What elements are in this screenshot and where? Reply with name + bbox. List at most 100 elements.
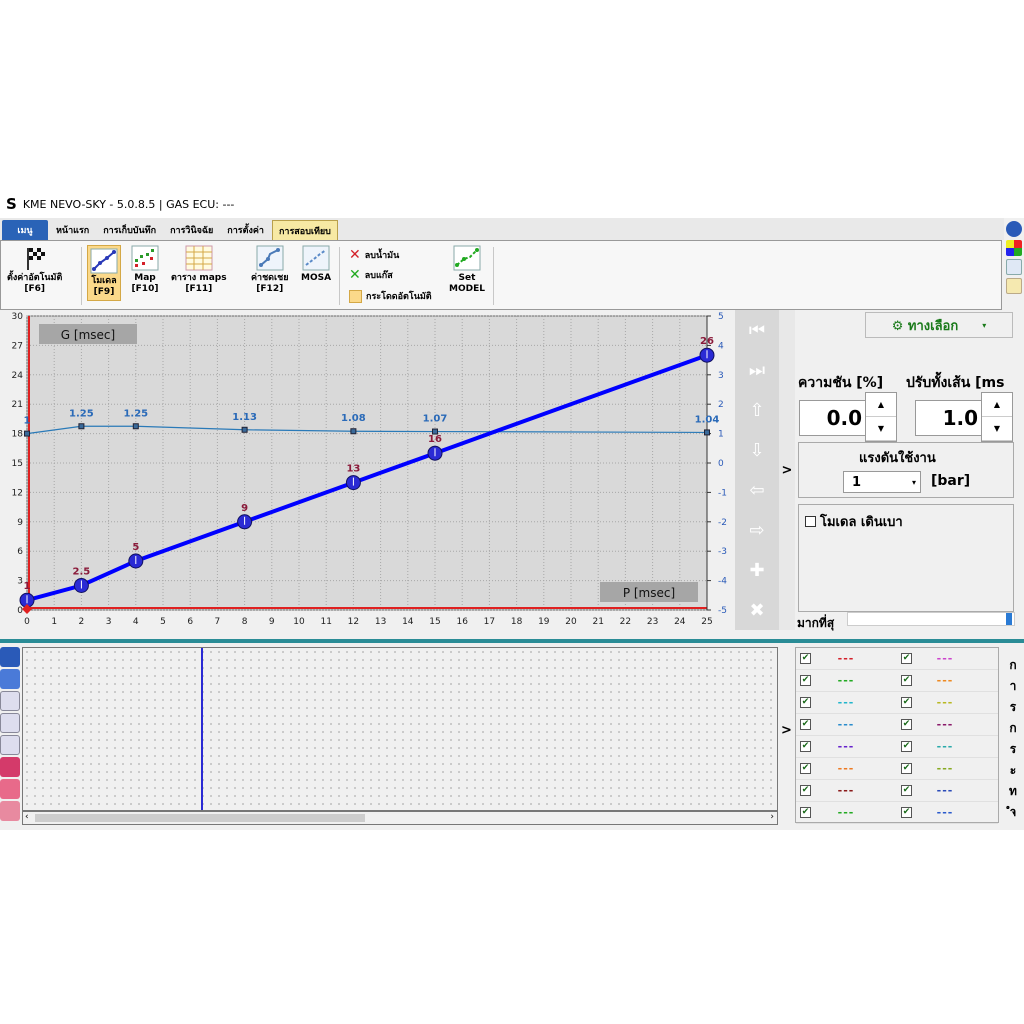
- model-idle-checkbox-row[interactable]: โมเดล เดินเบา: [805, 511, 903, 532]
- channel-checkbox[interactable]: ✔: [901, 697, 912, 708]
- correction-button[interactable]: ค่าชดเชย [F12]: [251, 245, 289, 295]
- channel-color-swatch[interactable]: ---: [920, 784, 970, 797]
- y2-tick-label: -2: [718, 518, 727, 528]
- options-dropdown[interactable]: ⚙ ทางเลือก ▾: [865, 312, 1013, 338]
- log-graph[interactable]: [22, 647, 778, 811]
- channel-checkbox[interactable]: ✔: [800, 741, 811, 752]
- delete-fuel-button[interactable]: ✕ ลบน้ำมัน: [349, 247, 399, 263]
- arrow-left-pink-icon[interactable]: [0, 801, 20, 821]
- channel-color-swatch[interactable]: ---: [920, 806, 970, 819]
- channel-color-swatch[interactable]: ---: [821, 740, 871, 753]
- adjust-all-spinner[interactable]: ▲ ▼: [981, 392, 1013, 442]
- remove-point-button[interactable]: ✖: [735, 590, 779, 630]
- pressure-select[interactable]: 1 ▾: [843, 471, 921, 493]
- max-slider[interactable]: [847, 612, 1015, 626]
- zoom-icon[interactable]: [0, 691, 20, 711]
- channel-checkbox[interactable]: ✔: [901, 719, 912, 730]
- scroll-left-icon[interactable]: ‹: [25, 812, 29, 822]
- channel-checkbox[interactable]: ✔: [800, 719, 811, 730]
- channel-checkbox[interactable]: ✔: [800, 675, 811, 686]
- channel-checkbox[interactable]: ✔: [901, 741, 912, 752]
- right-arrow-button[interactable]: ⇨: [735, 510, 779, 550]
- channel-color-swatch[interactable]: ---: [821, 696, 871, 709]
- channel-checkbox[interactable]: ✔: [901, 675, 912, 686]
- first-point-button[interactable]: ⏮: [735, 310, 779, 350]
- cursor-line[interactable]: [201, 648, 203, 810]
- concentration-spinner[interactable]: ▲ ▼: [865, 392, 897, 442]
- channel-color-swatch[interactable]: ---: [920, 652, 970, 665]
- channel-color-swatch[interactable]: ---: [920, 762, 970, 775]
- add-point-button[interactable]: ✚: [735, 550, 779, 590]
- channel-checkbox[interactable]: ✔: [800, 763, 811, 774]
- channel-color-swatch[interactable]: ---: [920, 696, 970, 709]
- mosa-button[interactable]: MOSA: [301, 245, 331, 284]
- expand-channels-button[interactable]: >: [781, 723, 792, 738]
- set-model-button[interactable]: Set MODEL: [449, 245, 485, 295]
- arrow-right-pink-icon[interactable]: [0, 779, 20, 799]
- info-icon[interactable]: [1006, 221, 1022, 237]
- channel-color-swatch[interactable]: ---: [920, 674, 970, 687]
- autojump-checkbox[interactable]: [349, 289, 362, 303]
- spin-down-icon[interactable]: ▼: [866, 417, 896, 441]
- plus-icon[interactable]: [0, 757, 20, 777]
- channel-row: ✔ --- ✔ ---: [796, 670, 998, 692]
- tab-home[interactable]: หน้าแรก: [50, 220, 95, 240]
- channel-checkbox[interactable]: ✔: [901, 763, 912, 774]
- spin-up-icon[interactable]: ▲: [982, 393, 1012, 417]
- spin-down-icon[interactable]: ▼: [982, 417, 1012, 441]
- slider-thumb[interactable]: [1006, 613, 1012, 625]
- autojump-button[interactable]: กระโดดอัตโนมัติ: [349, 289, 432, 303]
- channel-color-swatch[interactable]: ---: [821, 784, 871, 797]
- model-idle-checkbox[interactable]: [805, 516, 816, 527]
- zoom-in-icon[interactable]: [0, 713, 20, 733]
- channel-checkbox[interactable]: ✔: [901, 785, 912, 796]
- zoom-out-icon[interactable]: [0, 735, 20, 755]
- tab-settings[interactable]: การตั้งค่า: [221, 220, 270, 240]
- tab-menu[interactable]: เมนู: [2, 220, 48, 240]
- tab-logging[interactable]: การเก็บบันทึก: [97, 220, 162, 240]
- settings-icon[interactable]: [1006, 278, 1022, 294]
- model-chart[interactable]: 0 1 2 3 4 5 6 7 8 9 10 11 12 13 14 15 16 17 18 19 20 21 22 23 24…: [0, 310, 735, 640]
- model-idle-group: โมเดล เดินเบา: [798, 504, 1014, 612]
- autocal-button[interactable]: ตั้งค่าอัตโนมัติ [F6]: [7, 245, 62, 295]
- model-button[interactable]: โมเดล [F9]: [87, 245, 121, 301]
- model-idle-label: โมเดล เดินเบา: [820, 515, 903, 530]
- series-label-model: 1: [24, 581, 31, 592]
- spin-up-icon[interactable]: ▲: [866, 393, 896, 417]
- channel-color-swatch[interactable]: ---: [821, 674, 871, 687]
- concentration-input[interactable]: 0.0: [799, 400, 869, 436]
- horizontal-scrollbar[interactable]: ‹ ›: [22, 811, 778, 825]
- channel-checkbox[interactable]: ✔: [800, 807, 811, 818]
- arrow-left-icon[interactable]: [0, 669, 20, 689]
- vertical-char: ร: [1009, 742, 1017, 756]
- map-button[interactable]: Map [F10]: [131, 245, 159, 295]
- arrow-right-icon[interactable]: [0, 647, 20, 667]
- channel-color-swatch[interactable]: ---: [821, 806, 871, 819]
- scroll-down-icon[interactable]: ▾: [1012, 809, 1016, 817]
- channel-color-swatch[interactable]: ---: [821, 762, 871, 775]
- scroll-thumb[interactable]: [35, 814, 365, 822]
- tab-calibration[interactable]: การสอบเทียบ: [271, 220, 338, 240]
- maptable-button[interactable]: ตาราง maps [F11]: [171, 245, 227, 295]
- channel-color-swatch[interactable]: ---: [920, 740, 970, 753]
- channel-checkbox[interactable]: ✔: [800, 697, 811, 708]
- channel-color-swatch[interactable]: ---: [920, 718, 970, 731]
- down-arrow-button[interactable]: ⇩: [735, 430, 779, 470]
- channel-color-swatch[interactable]: ---: [821, 718, 871, 731]
- channel-checkbox[interactable]: ✔: [901, 653, 912, 664]
- adjust-all-input[interactable]: 1.0: [915, 400, 985, 436]
- channel-checkbox[interactable]: ✔: [800, 785, 811, 796]
- up-arrow-button[interactable]: ⇧: [735, 390, 779, 430]
- channel-checkbox[interactable]: ✔: [800, 653, 811, 664]
- scroll-right-icon[interactable]: ›: [770, 812, 774, 822]
- palette-icon[interactable]: [1006, 240, 1022, 256]
- expand-panel-button[interactable]: >: [779, 310, 795, 630]
- delete-gas-button[interactable]: ✕ ลบแก๊ส: [349, 267, 393, 283]
- channel-color-swatch[interactable]: ---: [821, 652, 871, 665]
- tab-diagnostics[interactable]: การวินิจฉัย: [164, 220, 219, 240]
- last-point-button[interactable]: ⏭: [735, 350, 779, 390]
- left-arrow-button[interactable]: ⇦: [735, 470, 779, 510]
- model-chart-area[interactable]: 0 1 2 3 4 5 6 7 8 9 10 11 12 13 14 15 16 17 18 19 20 21 22 23 24…: [0, 310, 735, 640]
- channel-checkbox[interactable]: ✔: [901, 807, 912, 818]
- window-icon[interactable]: [1006, 259, 1022, 275]
